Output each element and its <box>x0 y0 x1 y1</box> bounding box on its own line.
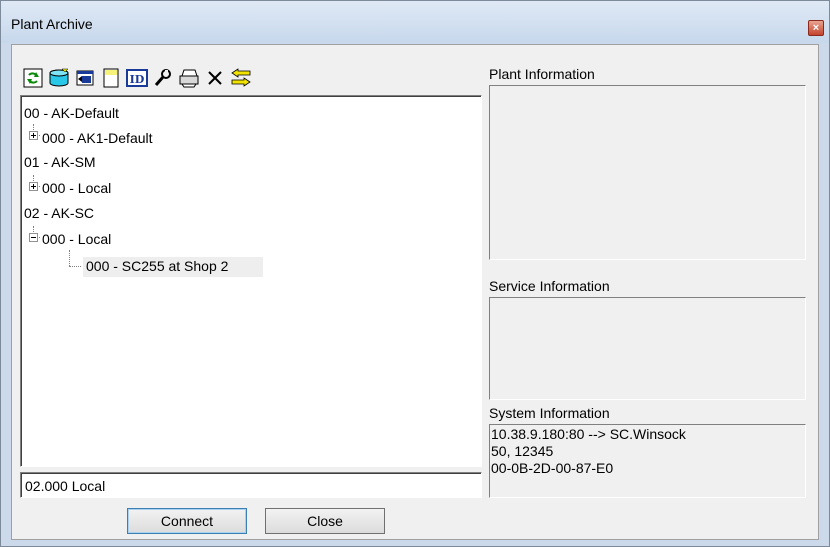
tree-item-000-local-sc[interactable]: 000 - Local <box>42 230 111 248</box>
service-information-label: Service Information <box>489 278 610 294</box>
tree-item-00-ak-default[interactable]: 00 - AK-Default <box>24 104 119 122</box>
print-button[interactable] <box>176 65 202 91</box>
tree-item-label: 000 - Local <box>42 231 112 247</box>
plant-information-label: Plant Information <box>489 66 595 82</box>
tree-item-label: 000 - AK1-Default <box>42 130 153 146</box>
delete-icon <box>208 71 222 85</box>
system-info-address: 10.38.9.180:80 --> SC.Winsock <box>491 426 686 442</box>
expand-toggle-icon[interactable] <box>29 182 38 191</box>
transfer-button[interactable] <box>228 65 254 91</box>
database-icon <box>49 68 69 87</box>
service-information-box <box>489 297 806 400</box>
new-document-icon <box>103 68 119 88</box>
collapse-toggle-icon[interactable] <box>29 233 38 242</box>
tree-item-label: 00 - AK-Default <box>24 105 119 121</box>
toolbar: ID <box>20 65 254 91</box>
print-icon <box>179 69 199 88</box>
close-button[interactable]: Close <box>265 508 385 534</box>
wrench-button[interactable] <box>150 65 176 91</box>
import-icon <box>76 70 94 86</box>
refresh-button[interactable] <box>20 65 46 91</box>
tree-connector <box>69 266 81 268</box>
tree-item-sc255-shop-2[interactable]: 000 - SC255 at Shop 2 <box>86 257 228 275</box>
id-button[interactable]: ID <box>124 65 150 91</box>
plant-information-box <box>489 85 806 260</box>
id-icon: ID <box>126 69 148 87</box>
tree-item-label: 000 - Local <box>42 180 112 196</box>
database-button[interactable] <box>46 65 72 91</box>
expand-toggle-icon[interactable] <box>29 131 38 140</box>
wrench-icon <box>154 69 171 86</box>
transfer-icon <box>231 68 251 87</box>
tree-item-000-local-sm[interactable]: 000 - Local <box>42 179 111 197</box>
import-button[interactable] <box>72 65 98 91</box>
title-bar[interactable]: Plant Archive × <box>1 1 829 43</box>
system-info-mac: 00-0B-2D-00-87-E0 <box>491 460 614 476</box>
close-icon: × <box>812 22 820 34</box>
tree-item-label: 01 - AK-SM <box>24 154 96 170</box>
tree-item-000-ak1-default[interactable]: 000 - AK1-Default <box>42 129 153 147</box>
system-information-label: System Information <box>489 405 610 421</box>
selected-node-value: 02.000 Local <box>25 478 106 494</box>
system-info-port: 50, 12345 <box>491 443 554 459</box>
connect-button[interactable]: Connect <box>127 508 247 534</box>
svg-text:ID: ID <box>130 73 145 86</box>
tree-item-label: 02 - AK-SC <box>24 205 95 221</box>
new-document-button[interactable] <box>98 65 124 91</box>
close-window-button[interactable]: × <box>808 20 824 36</box>
selected-node-field[interactable]: 02.000 Local <box>20 472 482 498</box>
tree-item-01-ak-sm[interactable]: 01 - AK-SM <box>24 153 96 171</box>
window-title: Plant Archive <box>11 16 93 32</box>
refresh-icon <box>23 68 43 88</box>
plant-tree-view[interactable] <box>20 95 482 467</box>
delete-button[interactable] <box>202 65 228 91</box>
tree-item-02-ak-sc[interactable]: 02 - AK-SC <box>24 204 94 222</box>
tree-connector <box>69 250 71 266</box>
tree-item-label: 000 - SC255 at Shop 2 <box>86 258 229 274</box>
